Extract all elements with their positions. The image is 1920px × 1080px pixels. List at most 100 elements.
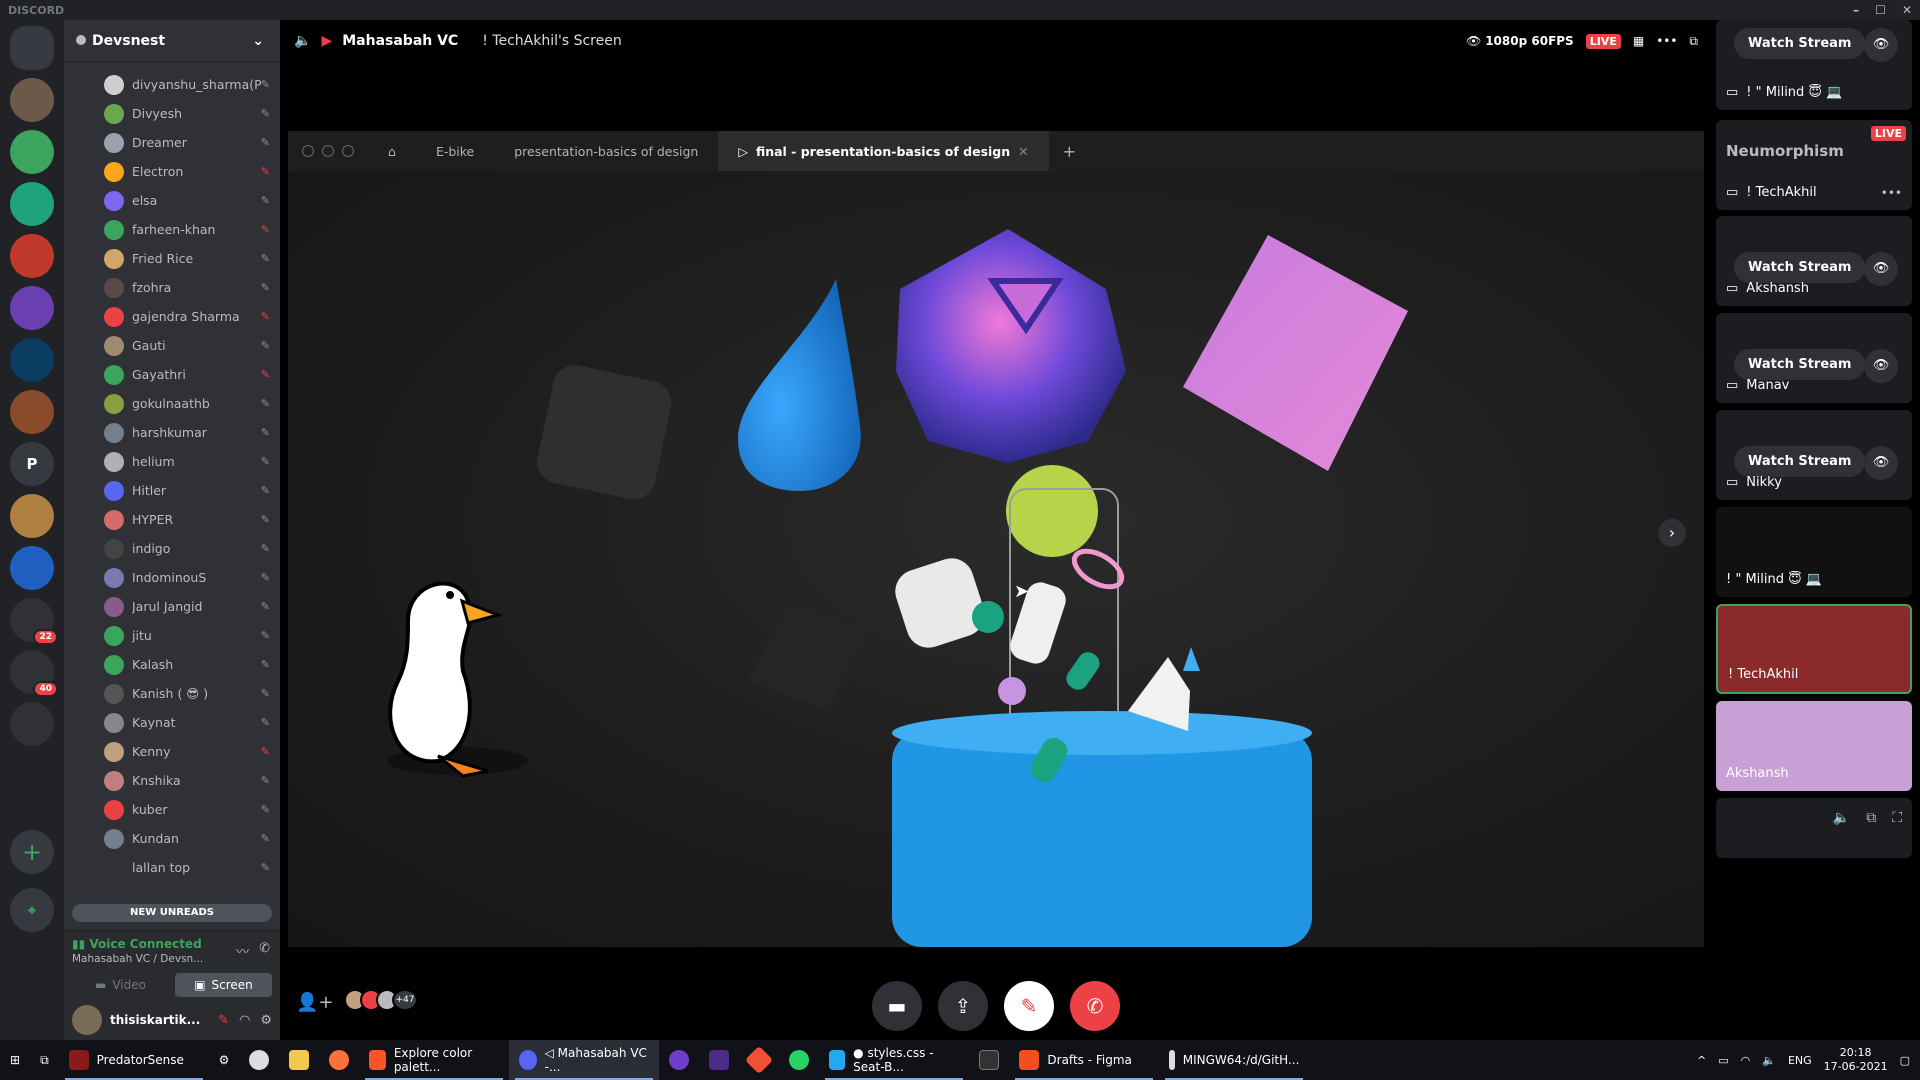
taskbar-git[interactable] [739, 1040, 779, 1080]
task-view-button[interactable]: ⧉ [30, 1040, 59, 1080]
participant-tile[interactable]: Watch Stream 👁 ▭ Akshansh [1716, 216, 1912, 306]
voice-member[interactable]: Divyesh ✎ [64, 99, 280, 128]
taskbar-terminal[interactable] [969, 1040, 1009, 1080]
voice-member[interactable]: Kanish ( 😎 ) ✎ [64, 679, 280, 708]
watch-stream-button[interactable]: Watch Stream [1734, 349, 1866, 380]
close-tab-icon[interactable]: ✕ [1018, 144, 1028, 159]
maximize-button[interactable]: ☐ [1875, 3, 1886, 17]
mute-icon[interactable]: ✎ [218, 1013, 229, 1028]
voice-member[interactable]: jitu ✎ [64, 621, 280, 650]
add-server-button[interactable]: + [10, 830, 54, 874]
voice-member[interactable]: lallan top ✎ [64, 853, 280, 882]
tab-final-presentation[interactable]: ▷ final - presentation-basics of design ✕ [718, 131, 1049, 171]
taskbar-brave[interactable]: Explore color palett... [359, 1040, 509, 1080]
voice-member[interactable]: IndominouS ✎ [64, 563, 280, 592]
language-indicator[interactable]: ENG [1788, 1054, 1812, 1067]
more-options-icon[interactable]: ••• [1881, 186, 1902, 200]
voice-member[interactable]: Dreamer ✎ [64, 128, 280, 157]
share-screen-button[interactable]: ⇪ [938, 981, 988, 1031]
minimize-button[interactable]: – [1853, 3, 1859, 17]
guild-icon-g7[interactable] [10, 390, 54, 434]
volume-icon[interactable]: 🔈 [1833, 810, 1850, 826]
participant-tile[interactable]: Watch Stream 👁 ▭ Nikky [1716, 410, 1912, 500]
taskbar-github[interactable] [659, 1040, 699, 1080]
taskbar-discord[interactable]: ◁ Mahasabah VC -... [509, 1040, 660, 1080]
voice-member[interactable]: Fried Rice ✎ [64, 244, 280, 273]
participant-tile[interactable]: Akshansh [1716, 701, 1912, 791]
voice-member[interactable]: Kaynat ✎ [64, 708, 280, 737]
grid-icon[interactable]: ▦ [1633, 34, 1644, 48]
tab-presentation[interactable]: presentation-basics of design [494, 131, 718, 171]
voice-member[interactable]: indigo ✎ [64, 534, 280, 563]
popout-icon[interactable]: ⧉ [1689, 34, 1698, 49]
voice-member[interactable]: gajendra Sharma ✎ [64, 302, 280, 331]
chevron-up-icon[interactable]: ^ [1697, 1054, 1706, 1067]
avatar[interactable] [72, 1005, 102, 1035]
voice-member[interactable]: Kalash ✎ [64, 650, 280, 679]
guild-icon-folder2[interactable]: 40 [10, 650, 58, 697]
watch-stream-button[interactable]: Watch Stream [1734, 446, 1866, 477]
voice-member[interactable]: HYPER ✎ [64, 505, 280, 534]
voice-member[interactable]: Gayathri ✎ [64, 360, 280, 389]
guild-icon-user1[interactable] [10, 78, 54, 122]
watch-stream-button[interactable]: Watch Stream [1734, 28, 1866, 59]
participant-tile[interactable]: ! " Milind 😇 💻 [1716, 507, 1912, 597]
voice-member[interactable]: kuber ✎ [64, 795, 280, 824]
voice-member[interactable]: helium ✎ [64, 447, 280, 476]
watch-together-icon[interactable]: 👁 [1864, 252, 1898, 286]
guild-icon-g2[interactable] [10, 130, 54, 174]
voice-member[interactable]: Jarul Jangid ✎ [64, 592, 280, 621]
close-button[interactable]: ✕ [1902, 3, 1912, 17]
voice-member[interactable]: Gauti ✎ [64, 331, 280, 360]
watch-stream-button[interactable]: Watch Stream [1734, 252, 1866, 283]
headphones-icon[interactable]: ◠ [239, 1013, 250, 1028]
disconnect-icon[interactable]: ✆ [259, 941, 270, 960]
guild-icon-home[interactable] [10, 26, 54, 70]
guild-icon-g9[interactable] [10, 494, 54, 538]
watch-together-icon[interactable]: 👁 [1864, 28, 1898, 62]
voice-member[interactable]: Kundan ✎ [64, 824, 280, 853]
guild-icon-g6[interactable] [10, 338, 54, 382]
server-header[interactable]: Devsnest ⌄ [64, 20, 280, 62]
guild-icon-p[interactable]: P [10, 442, 54, 486]
taskbar-app[interactable] [239, 1040, 279, 1080]
home-icon[interactable]: ⌂ [368, 131, 416, 171]
guild-icon-folder1[interactable]: 22 [10, 598, 58, 645]
taskbar-firefox[interactable] [319, 1040, 359, 1080]
explore-servers-button[interactable]: ⌖ [10, 888, 54, 932]
voice-member[interactable]: fzohra ✎ [64, 273, 280, 302]
participant-tile[interactable]: Neumorphism LIVE ••• ▭! TechAkhil [1716, 120, 1912, 210]
camera-button[interactable]: ▬ [872, 981, 922, 1031]
guild-icon-folder3[interactable] [10, 702, 54, 746]
screen-button[interactable]: ▣ Screen [175, 973, 272, 997]
participant-tile[interactable]: ! TechAkhil [1716, 604, 1912, 694]
voice-member[interactable]: Knshika ✎ [64, 766, 280, 795]
taskbar-vscode[interactable]: ● styles.css - Seat-B... [819, 1040, 969, 1080]
wifi-icon[interactable]: ◠ [1741, 1054, 1751, 1067]
chevron-down-icon[interactable]: ⌄ [252, 33, 264, 49]
taskbar-whatsapp[interactable] [779, 1040, 819, 1080]
mute-button[interactable]: ✎ [1004, 981, 1054, 1031]
voice-member[interactable]: elsa ✎ [64, 186, 280, 215]
taskbar-mingw[interactable]: MINGW64:/d/GitH... [1159, 1040, 1309, 1080]
fullscreen-icon[interactable]: ⛶ [1892, 810, 1902, 826]
presentation-canvas[interactable]: › ➤ [288, 171, 1704, 947]
taskbar-predatorsense[interactable]: PredatorSense [59, 1040, 209, 1080]
watch-together-icon[interactable]: 👁 [1864, 446, 1898, 480]
popout-icon[interactable]: ⧉ [1866, 810, 1876, 826]
clock[interactable]: 20:18 17-06-2021 [1824, 1046, 1888, 1074]
taskbar-explorer[interactable] [279, 1040, 319, 1080]
disconnect-button[interactable]: ✆ [1070, 981, 1120, 1031]
watch-together-icon[interactable]: 👁 [1864, 349, 1898, 383]
participant-tile[interactable]: Watch Stream 👁 ▭ Manav [1716, 313, 1912, 403]
tab-ebike[interactable]: E-bike [416, 131, 494, 171]
guild-icon-g5[interactable] [10, 286, 54, 330]
voice-member[interactable]: Electron ✎ [64, 157, 280, 186]
taskbar-settings[interactable]: ⚙ [209, 1040, 240, 1080]
gear-icon[interactable]: ⚙ [260, 1013, 272, 1028]
voice-member[interactable]: Kenny ✎ [64, 737, 280, 766]
voice-member[interactable]: divyanshu_sharma(P) ✎ [64, 70, 280, 99]
voice-member[interactable]: Hitler ✎ [64, 476, 280, 505]
new-unreads-pill[interactable]: NEW UNREADS [72, 904, 272, 922]
voice-member[interactable]: harshkumar ✎ [64, 418, 280, 447]
